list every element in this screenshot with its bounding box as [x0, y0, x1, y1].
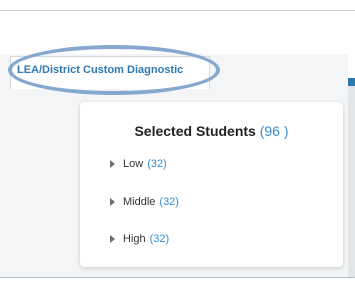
card-title: Selected Students (96 ) [80, 123, 343, 139]
group-high[interactable]: High (32) [110, 233, 169, 245]
highlight-oval-annotation [8, 45, 220, 95]
selected-students-title: Selected Students [134, 123, 256, 139]
group-middle[interactable]: Middle (32) [110, 196, 179, 208]
caret-right-icon [110, 198, 115, 206]
right-blue-marker [348, 78, 355, 86]
group-low[interactable]: Low (32) [110, 158, 167, 170]
group-label: High [123, 233, 146, 245]
group-label: Middle [123, 196, 156, 208]
group-label: Low [123, 158, 144, 170]
group-count: (32) [159, 196, 179, 208]
caret-right-icon [110, 160, 115, 168]
group-count: (32) [149, 233, 170, 245]
right-scroll-edge [348, 78, 355, 278]
caret-right-icon [110, 235, 115, 243]
panel-bottom-border [0, 277, 355, 278]
selected-students-card: Selected Students (96 ) Low (32) Middle … [80, 102, 343, 267]
selected-students-count: (96 ) [259, 123, 289, 139]
group-count: (32) [147, 158, 167, 170]
top-divider [0, 10, 355, 11]
